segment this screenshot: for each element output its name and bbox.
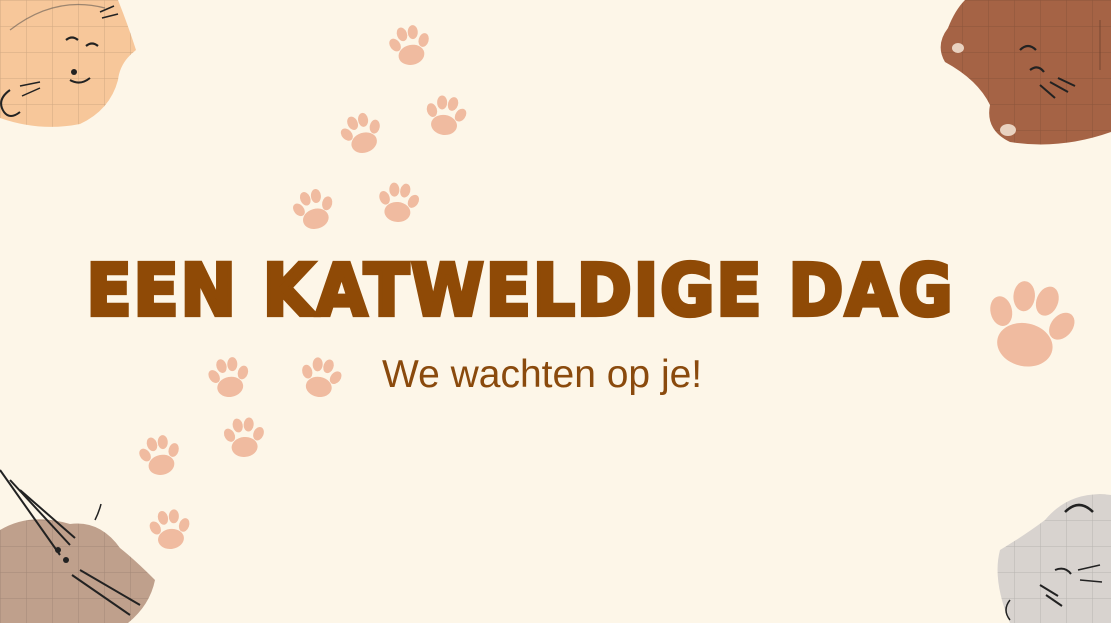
paw-print-icon xyxy=(203,353,255,401)
paw-print-icon xyxy=(287,184,341,234)
cat-face-icon xyxy=(940,0,1111,145)
paw-print-icon xyxy=(375,180,423,224)
paw-print-icon xyxy=(421,92,471,138)
paw-print-icon xyxy=(334,107,389,159)
paw-print-icon xyxy=(220,415,269,459)
paw-print-icon xyxy=(134,431,186,480)
paw-print-icon xyxy=(145,506,195,552)
paw-print-icon xyxy=(295,353,347,401)
cat-face-icon xyxy=(0,0,136,127)
paw-print-icon xyxy=(384,21,436,70)
cat-face-icon xyxy=(0,469,155,623)
subtitle: We wachten op je! xyxy=(382,353,703,396)
page-title: EEN KATWELDIGE DAG xyxy=(84,247,955,334)
invitation-card: EEN KATWELDIGE DAG We wachten op je! xyxy=(0,0,1111,623)
cat-face-icon xyxy=(997,494,1111,623)
